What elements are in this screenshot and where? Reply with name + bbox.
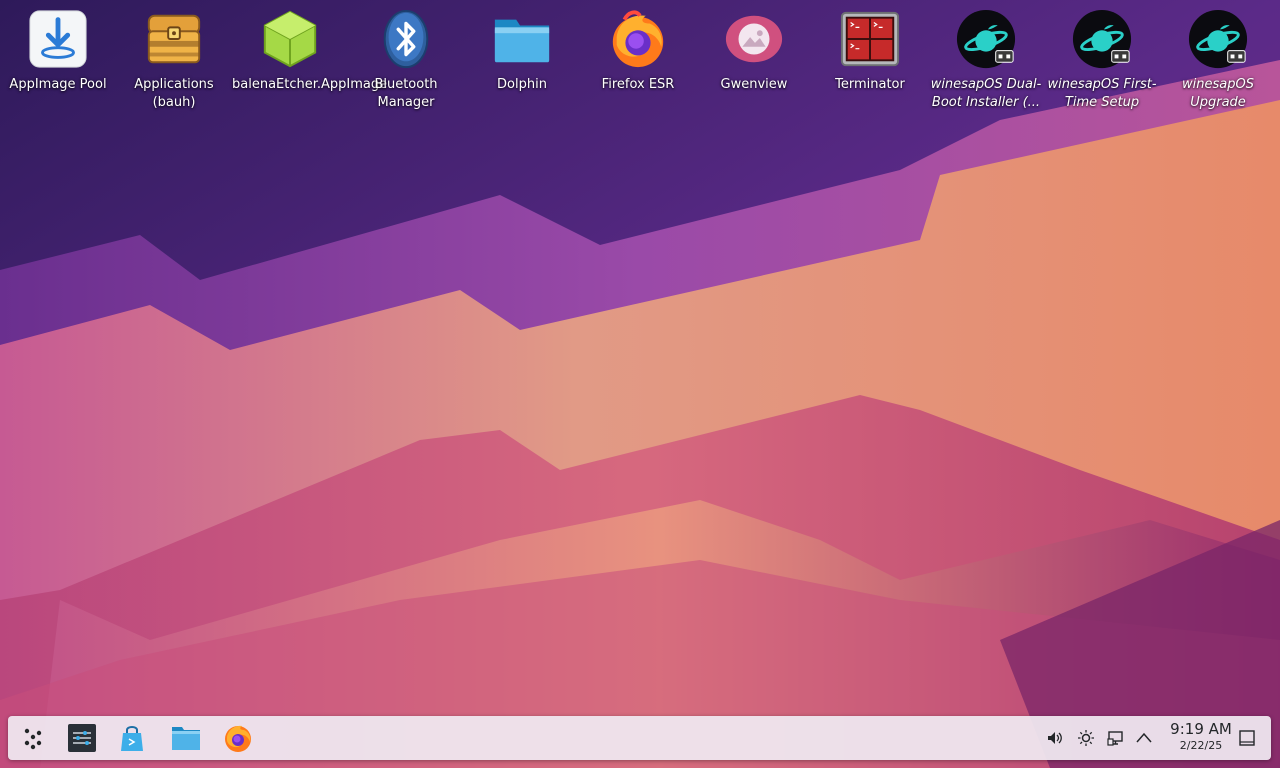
desktop-icon-label: winesapOS Dual-Boot Installer (... bbox=[930, 77, 1042, 110]
desktop-icon-label: Firefox ESR bbox=[601, 77, 675, 92]
digital-clock[interactable]: 9:19 AM 2/22/25 bbox=[1160, 720, 1242, 753]
desktop-icon-label: balenaEtcher.AppImage bbox=[232, 77, 388, 92]
application-launcher-button[interactable] bbox=[18, 722, 50, 754]
bluetooth-icon bbox=[374, 6, 438, 72]
winesapos-icon bbox=[1070, 6, 1134, 72]
desktop-icon-label: Gwenview bbox=[720, 77, 788, 92]
taskbar-panel: 9:19 AM 2/22/25 bbox=[8, 716, 1271, 760]
desktop-icon-label: Bluetooth Manager bbox=[374, 77, 438, 110]
discover-store-icon bbox=[121, 726, 143, 751]
desktop-icon-label: Dolphin bbox=[497, 77, 547, 92]
desktop-icon-label: winesapOS Upgrade bbox=[1182, 77, 1254, 110]
desktop-icon-dolphin[interactable]: Dolphin bbox=[464, 6, 580, 94]
firefox-icon bbox=[606, 6, 670, 72]
gwenview-icon bbox=[722, 6, 786, 72]
desktop-icon-gwenview[interactable]: Gwenview bbox=[696, 6, 812, 94]
wallpaper bbox=[0, 0, 1280, 768]
firefox-icon bbox=[225, 725, 251, 752]
terminator-icon bbox=[838, 6, 902, 72]
clock-date: 2/22/25 bbox=[1179, 739, 1223, 752]
dolphin-folder-icon bbox=[172, 727, 200, 750]
desktop-icon-label: AppImage Pool bbox=[9, 77, 107, 92]
desktop-icon-winesapos-first-time-setup[interactable]: winesapOS First-Time Setup bbox=[1044, 6, 1160, 112]
desktop-icon-firefox-esr[interactable]: Firefox ESR bbox=[580, 6, 696, 94]
system-tray-expander[interactable] bbox=[1133, 727, 1155, 749]
bauh-chest-icon bbox=[142, 6, 206, 72]
desktop: AppImage Pool Applications (bauh) balena bbox=[0, 0, 1280, 768]
dolphin-taskbar-button[interactable] bbox=[170, 722, 202, 754]
network-button[interactable] bbox=[1105, 727, 1127, 749]
desktop-icon-appimage-pool[interactable]: AppImage Pool bbox=[0, 6, 116, 94]
desktop-icon-winesapos-dual-boot-installer[interactable]: winesapOS Dual-Boot Installer (... bbox=[928, 6, 1044, 112]
system-settings-button[interactable] bbox=[66, 722, 98, 754]
volume-icon bbox=[1048, 732, 1062, 744]
show-desktop-button[interactable] bbox=[1236, 727, 1258, 749]
balena-etcher-icon bbox=[258, 6, 322, 72]
show-desktop-icon bbox=[1239, 730, 1255, 746]
brightness-icon bbox=[1078, 730, 1094, 746]
desktop-icon-label: Applications (bauh) bbox=[134, 77, 214, 110]
desktop-icon-label: Terminator bbox=[835, 77, 905, 92]
discover-store-button[interactable] bbox=[116, 722, 148, 754]
system-settings-icon bbox=[68, 724, 96, 752]
desktop-icon-terminator[interactable]: Terminator bbox=[812, 6, 928, 94]
desktop-icon-applications-bauh[interactable]: Applications (bauh) bbox=[116, 6, 232, 112]
chevron-up-icon bbox=[1136, 732, 1152, 743]
desktop-icon-winesapos-upgrade[interactable]: winesapOS Upgrade bbox=[1160, 6, 1276, 112]
winesapos-icon bbox=[954, 6, 1018, 72]
clock-time: 9:19 AM bbox=[1170, 720, 1232, 738]
desktop-icon-bluetooth-manager[interactable]: Bluetooth Manager bbox=[348, 6, 464, 112]
firefox-taskbar-button[interactable] bbox=[222, 722, 254, 754]
network-icon bbox=[1107, 731, 1123, 746]
volume-button[interactable] bbox=[1044, 727, 1066, 749]
appimage-pool-icon bbox=[26, 6, 90, 72]
folder-icon bbox=[490, 6, 554, 72]
winesapos-icon bbox=[1186, 6, 1250, 72]
application-launcher-icon bbox=[24, 728, 42, 750]
desktop-icon-balena-etcher[interactable]: balenaEtcher.AppImage bbox=[232, 6, 388, 94]
desktop-icon-label: winesapOS First-Time Setup bbox=[1047, 77, 1157, 110]
brightness-button[interactable] bbox=[1075, 727, 1097, 749]
